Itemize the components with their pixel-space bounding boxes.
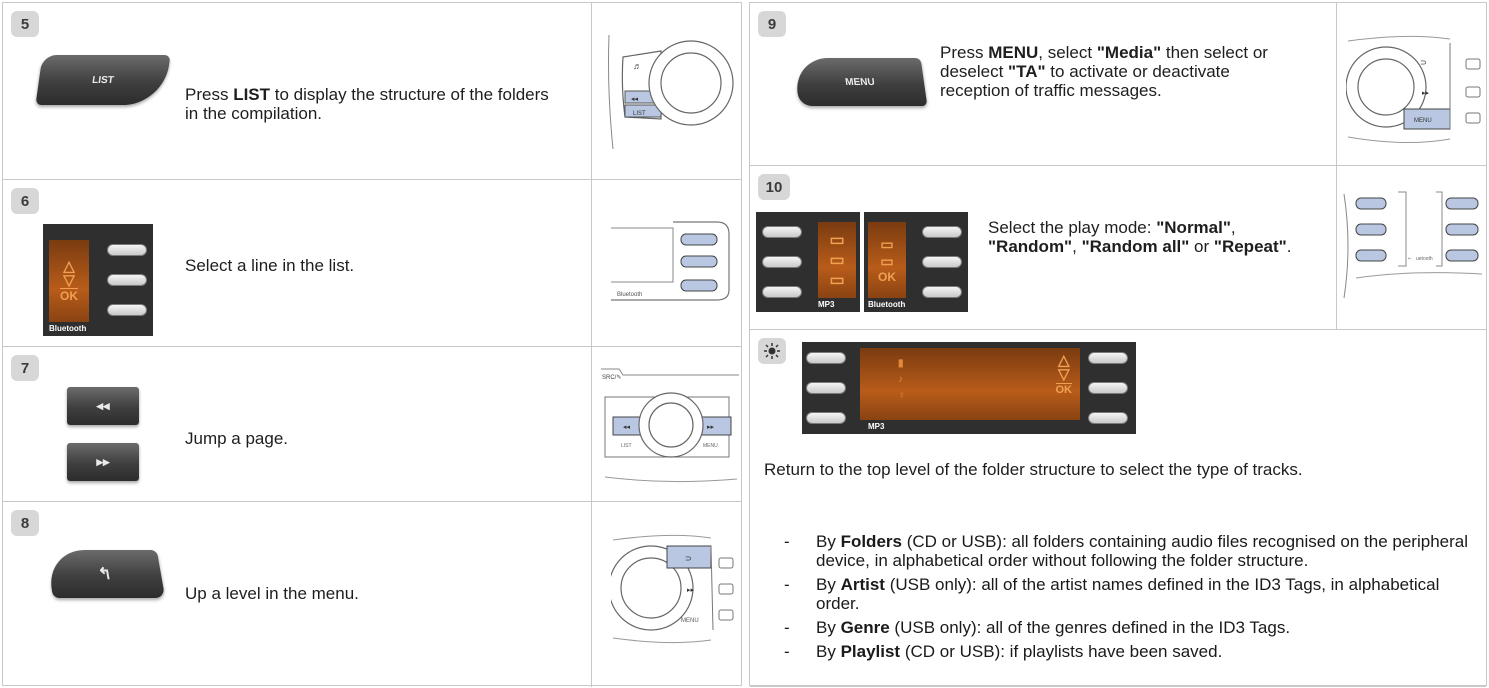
forward-icon: ▸▸ xyxy=(96,454,110,469)
key-label: MENU xyxy=(844,76,876,88)
wide-display-panel: ▮ ♪ ♀ △ ▽ OK MP3 xyxy=(802,342,1136,434)
svg-text:LIST: LIST xyxy=(621,443,632,449)
step-number: 8 xyxy=(11,510,39,536)
side-button xyxy=(806,412,846,424)
tip-icon xyxy=(758,338,786,364)
controls-sketch-seek: SRC/✎ ◂◂ ▸▸ LIST MENU xyxy=(599,367,739,491)
side-button xyxy=(922,226,962,238)
step-10-text: Select the play mode: "Normal", "Random"… xyxy=(988,218,1292,256)
display-panel-right: ▭ ▭ OK Bluetooth xyxy=(864,212,968,312)
side-button xyxy=(806,382,846,394)
key-label: LIST xyxy=(91,74,115,86)
step-7-text: Jump a page. xyxy=(185,429,289,448)
divider xyxy=(591,502,592,687)
svg-text:SRC/✎: SRC/✎ xyxy=(602,374,621,381)
step-6-row: 6 △ ▽ OK Bluetooth Select a line in the … xyxy=(3,180,741,347)
ok-label: OK xyxy=(878,270,896,284)
side-button xyxy=(107,274,147,286)
list-item: - By Folders (CD or USB): all folders con… xyxy=(784,532,1468,570)
svg-text:⇠: ⇠ xyxy=(1408,256,1412,262)
side-button xyxy=(107,244,147,256)
divider xyxy=(1336,166,1337,329)
svg-text:MENU: MENU xyxy=(681,618,699,624)
step-7-row: 7 ◂◂ ▸▸ Jump a page. SRC/✎ ◂◂ ▸▸ LIST ME… xyxy=(3,347,741,502)
nav-arrows: △ ▽ OK xyxy=(1055,352,1072,396)
side-button xyxy=(922,286,962,298)
divider xyxy=(591,347,592,501)
ok-label: OK xyxy=(60,287,78,303)
list-item: - By Artist (USB only): all of the artist… xyxy=(784,575,1440,613)
sketch-list-label: LIST xyxy=(633,111,646,117)
side-button xyxy=(1088,412,1128,424)
orange-screen: ▭ ▭ ▭ xyxy=(818,222,856,298)
list-item: - By Genre (USB only): all of the genres … xyxy=(784,618,1291,637)
svg-text:◂◂: ◂◂ xyxy=(631,96,639,103)
step-number: 7 xyxy=(11,355,39,381)
svg-text:◂◂: ◂◂ xyxy=(623,424,631,431)
svg-text:Bluetooth: Bluetooth xyxy=(617,292,642,298)
list-item: - By Playlist (CD or USB): if playlists h… xyxy=(784,642,1223,661)
mp3-label: MP3 xyxy=(868,422,885,431)
menu-key-icon: MENU xyxy=(792,58,928,106)
divider xyxy=(591,3,592,179)
rewind-button-icon: ◂◂ xyxy=(67,387,139,425)
list-key-icon: LIST xyxy=(35,55,171,105)
step-number: 10 xyxy=(758,174,790,200)
svg-text:▸▸: ▸▸ xyxy=(687,587,695,594)
svg-text:uetooth: uetooth xyxy=(1416,256,1433,262)
back-key-icon: ↰ xyxy=(44,550,166,598)
controls-sketch-list: ◂◂ LIST ♬ xyxy=(603,25,737,155)
back-icon: ↰ xyxy=(96,566,114,583)
right-column: 9 MENU Press MENU, select "Media" then s… xyxy=(749,2,1487,687)
divider xyxy=(591,180,592,346)
svg-text:♬: ♬ xyxy=(633,61,642,71)
side-button xyxy=(1088,382,1128,394)
svg-text:▸▸: ▸▸ xyxy=(707,424,715,431)
orange-screen: ▭ ▭ OK xyxy=(868,222,906,298)
text-part: Press xyxy=(185,85,234,104)
step-8-row: 8 ↰ Up a level in the menu. ⊃ ▸▸ MENU xyxy=(3,502,741,687)
side-button xyxy=(922,256,962,268)
tip-bullets: - By Folders (CD or USB): all folders con… xyxy=(784,532,1474,666)
side-button xyxy=(806,352,846,364)
sketch-menu-label: MENU xyxy=(1414,118,1432,124)
step-number: 9 xyxy=(758,11,786,37)
step-8-text: Up a level in the menu. xyxy=(185,584,359,603)
display-panel: △ ▽ OK Bluetooth xyxy=(43,224,153,336)
step-9-text: Press MENU, select "Media" then select o… xyxy=(940,43,1268,100)
svg-text:MENU: MENU xyxy=(703,443,718,449)
step-5-row: 5 LIST Press LIST to display the structu… xyxy=(3,3,741,180)
step-5-text: Press LIST to display the structure of t… xyxy=(185,85,565,123)
side-button xyxy=(107,304,147,316)
svg-text:▸▸: ▸▸ xyxy=(1422,90,1430,97)
left-column: 5 LIST Press LIST to display the structu… xyxy=(2,2,742,687)
controls-sketch-menu: ⊃ ▸▸ MENU xyxy=(1346,25,1486,149)
svg-text:⊃: ⊃ xyxy=(1420,58,1427,67)
step-number: 6 xyxy=(11,188,39,214)
tip-intro: Return to the top level of the folder st… xyxy=(764,460,1303,479)
step-9-row: 9 MENU Press MENU, select "Media" then s… xyxy=(750,3,1486,166)
step-10-row: 10 ▭ ▭ ▭ MP3 ▭ ▭ OK Bluetooth Select the pla… xyxy=(750,166,1486,330)
side-button xyxy=(762,256,802,268)
bluetooth-label: Bluetooth xyxy=(49,324,87,333)
divider xyxy=(1336,3,1337,165)
side-button xyxy=(762,286,802,298)
rewind-icon: ◂◂ xyxy=(96,398,110,413)
bluetooth-label: Bluetooth xyxy=(868,300,906,309)
controls-sketch-play: ⇠ uetooth xyxy=(1342,186,1486,318)
forward-button-icon: ▸▸ xyxy=(67,443,139,481)
side-button xyxy=(1088,352,1128,364)
category-icons: ▮ ♪ ♀ xyxy=(898,358,906,401)
orange-wide-screen: ▮ ♪ ♀ △ ▽ OK xyxy=(860,348,1080,420)
mp3-label: MP3 xyxy=(818,300,835,309)
controls-sketch-back: ⊃ ▸▸ MENU xyxy=(611,520,737,650)
svg-text:⊃: ⊃ xyxy=(685,554,692,563)
text-bold: LIST xyxy=(233,85,271,104)
controls-sketch-screen: Bluetooth xyxy=(609,220,735,304)
orange-screen: △ ▽ OK xyxy=(49,240,89,322)
side-button xyxy=(762,226,802,238)
step-number: 5 xyxy=(11,11,39,37)
step-6-text: Select a line in the list. xyxy=(185,256,355,275)
display-panel-left: ▭ ▭ ▭ MP3 xyxy=(756,212,860,312)
